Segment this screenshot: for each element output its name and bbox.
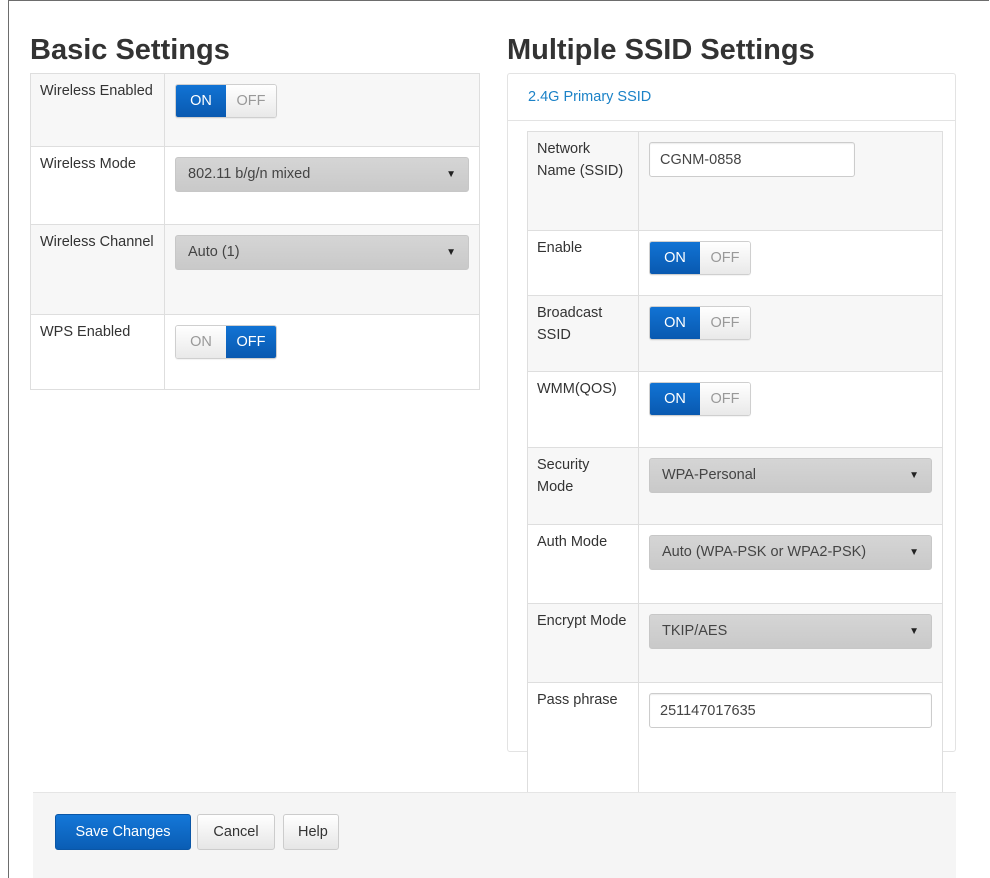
row-wps-enabled: WPS Enabled ON OFF <box>30 314 480 390</box>
chevron-down-icon: ▼ <box>909 470 919 481</box>
ssid-name-input[interactable] <box>649 142 855 177</box>
pass-phrase-label: Pass phrase <box>527 682 639 795</box>
row-network-name: Network Name (SSID) <box>527 131 943 231</box>
row-wireless-enabled: Wireless Enabled ON OFF <box>30 73 480 147</box>
row-broadcast-ssid: Broadcast SSID ON OFF <box>527 295 943 372</box>
row-security-mode: Security Mode WPA-Personal ▼ <box>527 447 943 525</box>
broadcast-ssid-label: Broadcast SSID <box>527 295 639 372</box>
wps-enabled-off[interactable]: OFF <box>226 326 276 358</box>
wmm-qos-label: WMM(QOS) <box>527 371 639 448</box>
chevron-down-icon: ▼ <box>909 626 919 637</box>
auth-mode-label: Auth Mode <box>527 524 639 604</box>
wireless-mode-label: Wireless Mode <box>30 146 165 225</box>
wireless-mode-select[interactable]: 802.11 b/g/n mixed ▼ <box>175 157 469 192</box>
help-button[interactable]: Help <box>283 814 339 850</box>
enable-off[interactable]: OFF <box>700 242 750 274</box>
row-wmm-qos: WMM(QOS) ON OFF <box>527 371 943 448</box>
row-auth-mode: Auth Mode Auto (WPA-PSK or WPA2-PSK) ▼ <box>527 524 943 604</box>
chevron-down-icon: ▼ <box>446 169 456 180</box>
enable-label: Enable <box>527 230 639 296</box>
chevron-down-icon: ▼ <box>909 547 919 558</box>
save-changes-button[interactable]: Save Changes <box>55 814 191 850</box>
wps-enabled-toggle[interactable]: ON OFF <box>175 325 277 359</box>
wmm-qos-toggle[interactable]: ON OFF <box>649 382 751 416</box>
encrypt-mode-label: Encrypt Mode <box>527 603 639 683</box>
row-wireless-channel: Wireless Channel Auto (1) ▼ <box>30 224 480 315</box>
auth-mode-value: Auto (WPA-PSK or WPA2-PSK) <box>662 544 867 560</box>
encrypt-mode-select[interactable]: TKIP/AES ▼ <box>649 614 932 649</box>
wireless-channel-label: Wireless Channel <box>30 224 165 315</box>
security-mode-label: Security Mode <box>527 447 639 525</box>
row-enable: Enable ON OFF <box>527 230 943 296</box>
encrypt-mode-value: TKIP/AES <box>662 623 728 639</box>
wireless-channel-select[interactable]: Auto (1) ▼ <box>175 235 469 270</box>
row-wireless-mode: Wireless Mode 802.11 b/g/n mixed ▼ <box>30 146 480 225</box>
wps-enabled-on[interactable]: ON <box>176 326 226 358</box>
security-mode-value: WPA-Personal <box>662 467 757 483</box>
tab-2g-primary-ssid[interactable]: 2.4G Primary SSID <box>508 74 955 121</box>
wireless-enabled-off[interactable]: OFF <box>226 85 276 117</box>
broadcast-ssid-off[interactable]: OFF <box>700 307 750 339</box>
wireless-channel-value: Auto (1) <box>188 244 240 260</box>
wps-enabled-label: WPS Enabled <box>30 314 165 390</box>
ssid-settings-table: Network Name (SSID) Enable ON OFF Broadc… <box>527 131 943 795</box>
enable-toggle[interactable]: ON OFF <box>649 241 751 275</box>
basic-settings-table: Wireless Enabled ON OFF Wireless Mode 80… <box>30 73 480 390</box>
broadcast-ssid-on[interactable]: ON <box>650 307 700 339</box>
pass-phrase-input[interactable] <box>649 693 932 728</box>
broadcast-ssid-toggle[interactable]: ON OFF <box>649 306 751 340</box>
row-pass-phrase: Pass phrase <box>527 682 943 795</box>
wmm-qos-off[interactable]: OFF <box>700 383 750 415</box>
enable-on[interactable]: ON <box>650 242 700 274</box>
security-mode-select[interactable]: WPA-Personal ▼ <box>649 458 932 493</box>
chevron-down-icon: ▼ <box>446 247 456 258</box>
wireless-enabled-label: Wireless Enabled <box>30 73 165 147</box>
wmm-qos-on[interactable]: ON <box>650 383 700 415</box>
wireless-enabled-toggle[interactable]: ON OFF <box>175 84 277 118</box>
row-encrypt-mode: Encrypt Mode TKIP/AES ▼ <box>527 603 943 683</box>
wireless-enabled-on[interactable]: ON <box>176 85 226 117</box>
cancel-button[interactable]: Cancel <box>197 814 275 850</box>
auth-mode-select[interactable]: Auto (WPA-PSK or WPA2-PSK) ▼ <box>649 535 932 570</box>
network-name-label: Network Name (SSID) <box>527 131 639 231</box>
multiple-ssid-title: Multiple SSID Settings <box>507 34 815 66</box>
basic-settings-title: Basic Settings <box>30 34 230 66</box>
wireless-mode-value: 802.11 b/g/n mixed <box>188 166 311 182</box>
